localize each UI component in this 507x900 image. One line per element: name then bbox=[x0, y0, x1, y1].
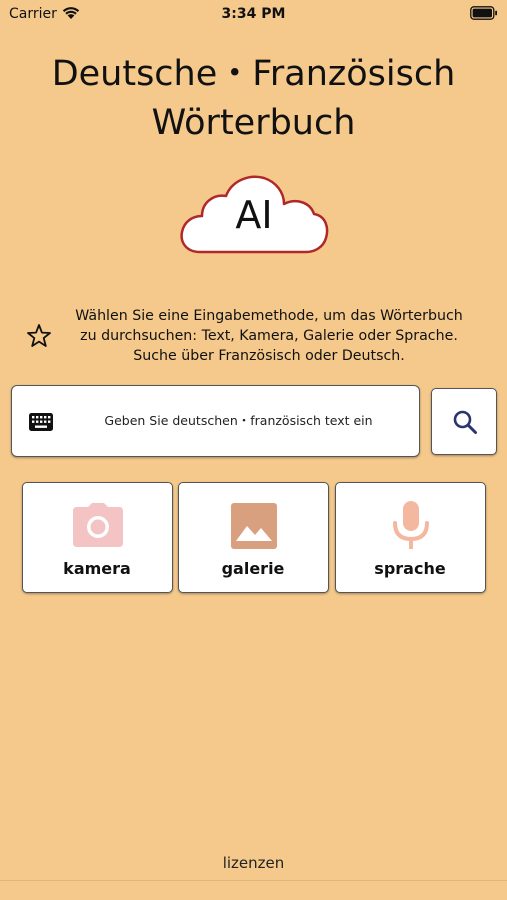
gallery-button[interactable]: galerie bbox=[178, 482, 329, 593]
logo-text: AI bbox=[235, 193, 273, 237]
clock: 3:34 PM bbox=[221, 6, 286, 22]
title-line-2: Wörterbuch bbox=[151, 103, 356, 143]
search-button[interactable] bbox=[431, 388, 497, 455]
camera-button[interactable]: kamera bbox=[22, 482, 173, 593]
instructions-line-3: Suche über Französisch oder Deutsch. bbox=[133, 348, 405, 364]
gallery-label: galerie bbox=[221, 559, 285, 578]
instructions: Wählen Sie eine Eingabemethode, um das W… bbox=[0, 305, 507, 370]
image-icon bbox=[231, 503, 277, 549]
instructions-line-1: Wählen Sie eine Eingabemethode, um das W… bbox=[75, 308, 463, 324]
camera-label: kamera bbox=[63, 559, 131, 578]
voice-label: sprache bbox=[374, 559, 446, 578]
page-title: Deutsche・Französisch Wörterbuch bbox=[0, 50, 507, 148]
title-line-1: Deutsche・Französisch bbox=[51, 54, 456, 94]
instructions-text: Wählen Sie eine Eingabemethode, um das W… bbox=[62, 306, 476, 366]
keyboard-icon bbox=[29, 413, 53, 431]
search-box[interactable] bbox=[11, 385, 420, 457]
voice-button[interactable]: sprache bbox=[335, 482, 486, 593]
licenses-link[interactable]: lizenzen bbox=[0, 854, 507, 872]
microphone-icon bbox=[393, 501, 429, 549]
search-icon bbox=[453, 410, 477, 434]
battery-icon bbox=[470, 6, 497, 20]
instructions-line-2: zu durchsuchen: Text, Kamera, Galerie od… bbox=[80, 328, 458, 344]
search-input[interactable] bbox=[66, 386, 411, 455]
star-icon bbox=[27, 324, 51, 347]
status-bar: Carrier 3:34 PM bbox=[0, 0, 507, 28]
camera-icon bbox=[73, 503, 123, 547]
bottom-divider bbox=[0, 880, 507, 881]
